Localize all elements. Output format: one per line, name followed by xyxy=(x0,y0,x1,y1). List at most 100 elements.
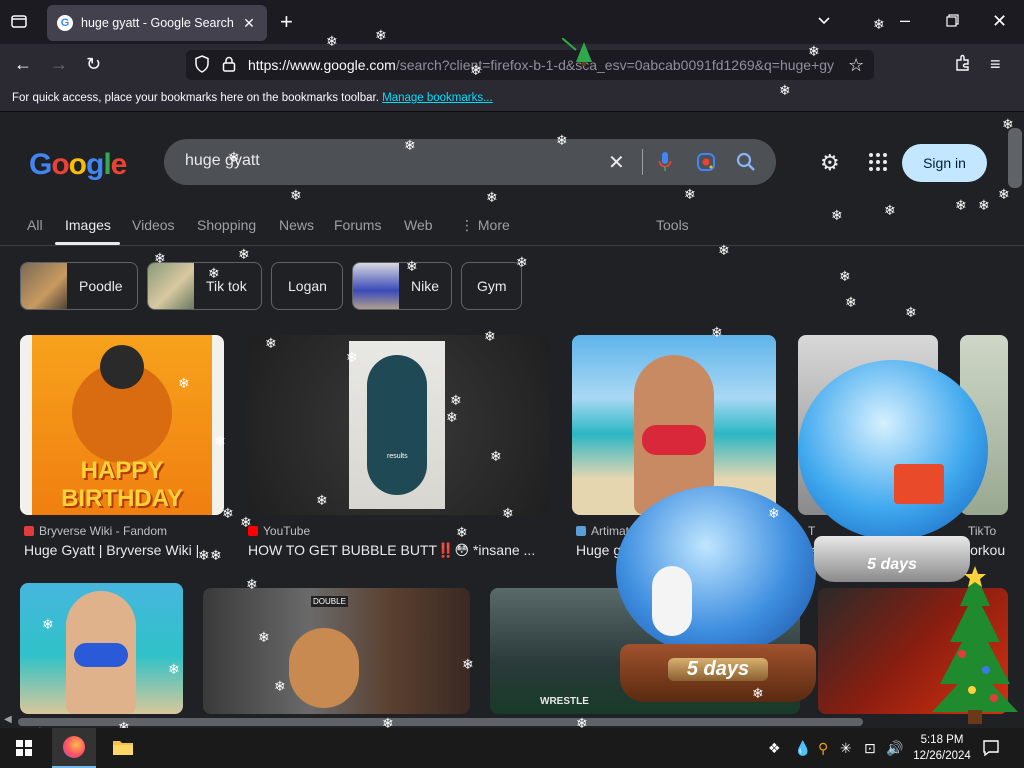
result-source[interactable]: Bryverse Wiki - Fandom xyxy=(24,524,167,538)
bookmark-star-icon[interactable]: ☆ xyxy=(848,55,864,75)
address-bar[interactable]: https://www.google.com/search?client=fir… xyxy=(186,50,874,80)
birthday-text: HAPPY BIRTHDAY xyxy=(61,457,183,512)
snowflake-icon: ❄ xyxy=(486,189,498,205)
search-query-text[interactable]: huge gyatt xyxy=(185,152,260,170)
snowflake-icon: ❄ xyxy=(845,294,857,310)
tray-search-icon[interactable]: ⚲ xyxy=(818,740,828,757)
result-image[interactable] xyxy=(20,583,183,714)
bookmarks-message: For quick access, place your bookmarks h… xyxy=(12,92,493,104)
tray-water-icon[interactable]: 💧 xyxy=(794,740,811,757)
tab-videos[interactable]: Videos xyxy=(132,217,175,233)
swimwear xyxy=(74,643,128,667)
result-image[interactable]: results xyxy=(247,335,550,515)
browser-nav-bar: ← → ↻ https://www.google.com/search?clie… xyxy=(0,44,1024,84)
tray-network-icon[interactable]: ⊡ xyxy=(864,740,876,757)
result-caption[interactable]: HOW TO GET BUBBLE BUTT‼️😳 *insane ... xyxy=(248,542,548,559)
vertical-scrollbar[interactable] xyxy=(1008,128,1022,188)
tab-forums[interactable]: Forums xyxy=(334,217,381,233)
snowflake-icon: ❄ xyxy=(684,186,696,202)
tab-web[interactable]: Web xyxy=(404,217,433,233)
tab-images[interactable]: Images xyxy=(65,217,111,233)
scrollbar-thumb[interactable] xyxy=(18,718,863,726)
shield-icon[interactable] xyxy=(194,55,210,77)
clear-icon[interactable]: ✕ xyxy=(608,150,625,175)
google-logo[interactable]: Google xyxy=(29,148,127,182)
search-icon[interactable] xyxy=(736,152,756,177)
snowflake-icon: ❄ xyxy=(884,202,896,218)
sign-in-button[interactable]: Sign in xyxy=(902,144,987,182)
browser-tab-active[interactable]: G huge gyatt - Google Search ✕ xyxy=(47,5,267,41)
snowflake-icon: ❄ xyxy=(768,505,780,521)
snowflake-icon: ❄ xyxy=(905,304,917,320)
more-vert-icon: ⋮ xyxy=(460,217,478,233)
result-image[interactable]: DOUBLE xyxy=(203,588,470,714)
snowflake-icon: ❄ xyxy=(839,268,851,284)
snowflake-icon: ❄ xyxy=(711,324,723,340)
tray-snowflake-icon[interactable]: ✳ xyxy=(840,740,852,757)
new-tab-icon[interactable]: + xyxy=(280,11,293,33)
forward-icon[interactable]: → xyxy=(50,54,68,74)
firefox-taskbar-icon[interactable] xyxy=(52,728,96,768)
lock-icon[interactable] xyxy=(222,55,236,77)
snowflake-icon: ❄ xyxy=(214,433,226,449)
window-close-icon[interactable]: ✕ xyxy=(992,11,1007,31)
taskbar-clock[interactable]: 5:18 PM 12/26/2024 xyxy=(912,732,972,764)
snowflake-icon: ❄ xyxy=(258,629,270,645)
search-input[interactable]: huge gyatt ✕ xyxy=(164,139,776,185)
snowflake-icon: ❄ xyxy=(168,661,180,677)
tab-news[interactable]: News xyxy=(279,217,314,233)
snowflake-icon: ❄ xyxy=(490,448,502,464)
chevron-down-icon[interactable] xyxy=(816,12,832,32)
image-result[interactable] xyxy=(20,583,183,714)
back-icon[interactable]: ← xyxy=(14,54,32,74)
snowflake-icon: ❄ xyxy=(556,132,568,148)
extensions-icon[interactable] xyxy=(954,54,972,76)
image-result[interactable]: HAPPY BIRTHDAY Bryverse Wiki - Fandom Hu… xyxy=(20,335,224,558)
tab-list-icon[interactable] xyxy=(10,12,28,34)
image-result[interactable]: results YouTube HOW TO GET BUBBLE BUTT‼️… xyxy=(247,335,550,558)
tab-tools[interactable]: Tools xyxy=(656,217,689,233)
result-image[interactable]: HAPPY BIRTHDAY xyxy=(20,335,224,515)
image-result[interactable]: DOUBLE xyxy=(203,588,470,714)
windows-start-icon[interactable] xyxy=(16,740,32,761)
apps-grid-icon[interactable] xyxy=(868,152,888,172)
snowflake-icon: ❄ xyxy=(484,328,496,344)
chip-poodle[interactable]: Poodle xyxy=(20,262,138,310)
snow-globe-widget[interactable]: 5 days xyxy=(796,360,992,586)
snow-globe-widget[interactable]: 5 days xyxy=(612,486,818,706)
horizontal-scrollbar[interactable]: ◀ xyxy=(0,714,1024,728)
lens-camera-icon[interactable] xyxy=(696,152,716,177)
notifications-icon[interactable] xyxy=(982,739,1000,762)
gear-icon[interactable]: ⚙ xyxy=(820,150,840,176)
tab-close-icon[interactable]: ✕ xyxy=(241,15,257,32)
snowflake-icon: ❄ xyxy=(274,678,286,694)
maximize-icon[interactable] xyxy=(946,12,960,32)
windows-taskbar: ❖ 💧 ⚲ ✳ ⊡ 🔊 5:18 PM 12/26/2024 xyxy=(0,728,1024,768)
url-text[interactable]: https://www.google.com/search?client=fir… xyxy=(248,57,838,73)
globe-glass xyxy=(798,360,988,540)
scroll-left-icon[interactable]: ◀ xyxy=(4,714,12,725)
result-caption[interactable]: Huge Gyatt | Bryverse Wiki | xyxy=(24,542,224,558)
result-source[interactable]: YouTube xyxy=(248,524,310,538)
divider xyxy=(642,149,643,175)
snowflake-icon: ❄ xyxy=(404,137,416,153)
tray-app-icon[interactable]: ❖ xyxy=(768,740,781,757)
shorts-overlay-text: DOUBLE xyxy=(311,596,348,607)
chip-logan[interactable]: Logan xyxy=(271,262,343,310)
tab-more[interactable]: ⋮ More xyxy=(460,217,510,234)
snowflake-icon: ❄ xyxy=(154,250,166,266)
file-explorer-icon[interactable] xyxy=(112,738,134,761)
google-favicon-icon: G xyxy=(57,15,73,31)
reload-icon[interactable]: ↻ xyxy=(86,54,101,74)
snowflake-icon: ❄ xyxy=(998,186,1010,202)
chip-nike[interactable]: Nike xyxy=(352,262,452,310)
chip-tik-tok[interactable]: Tik tok xyxy=(147,262,262,310)
minimize-icon[interactable]: – xyxy=(900,10,910,30)
tray-volume-icon[interactable]: 🔊 xyxy=(886,740,903,757)
microphone-icon[interactable] xyxy=(658,151,672,178)
tab-shopping[interactable]: Shopping xyxy=(197,217,256,233)
chip-gym[interactable]: Gym xyxy=(461,262,522,310)
menu-hamburger-icon[interactable]: ≡ xyxy=(990,54,1001,74)
manage-bookmarks-link[interactable]: Manage bookmarks... xyxy=(382,92,493,104)
tab-all[interactable]: All xyxy=(27,217,43,233)
